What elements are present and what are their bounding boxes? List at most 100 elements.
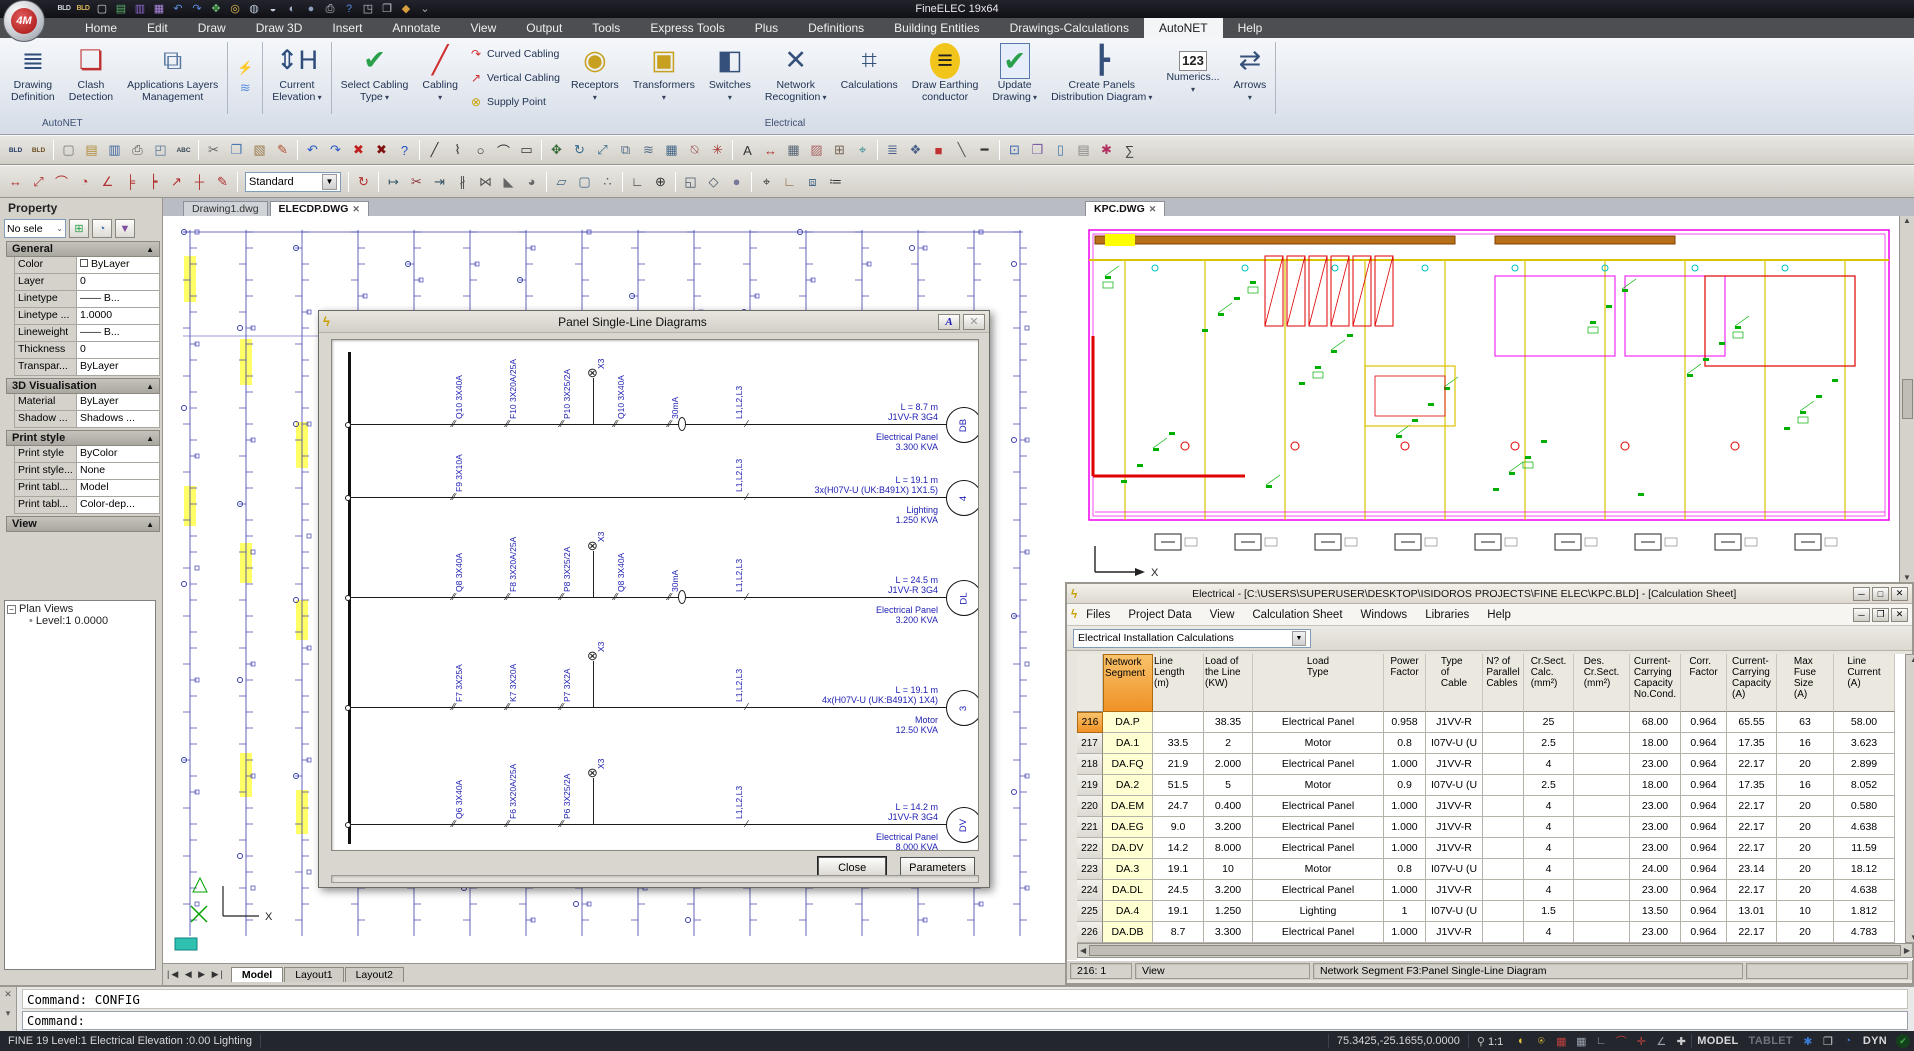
rotate-icon[interactable]: ↻ bbox=[568, 139, 591, 162]
column-header-corr[interactable]: Corr. Factor bbox=[1681, 654, 1727, 712]
property-value[interactable]: ByLayer bbox=[77, 257, 159, 273]
ribbon-clash-detection-button[interactable]: ❏ClashDetection bbox=[62, 40, 120, 116]
menu-draw-3d[interactable]: Draw 3D bbox=[241, 18, 318, 38]
menu-home[interactable]: Home bbox=[70, 18, 132, 38]
tree-collapse-icon[interactable]: − bbox=[7, 605, 16, 614]
view-3d-icon[interactable]: ◇ bbox=[702, 170, 725, 193]
preview-icon[interactable]: ◰ bbox=[149, 139, 172, 162]
table-horizontal-scrollbar[interactable]: ◀▶ bbox=[1077, 943, 1913, 958]
calculation-type-combo[interactable]: Electrical Installation Calculations▼ bbox=[1073, 629, 1311, 648]
menu-edit[interactable]: Edit bbox=[132, 18, 183, 38]
column-header-load[interactable]: Load Type bbox=[1253, 654, 1384, 712]
section-collapse-icon[interactable]: ▲ bbox=[146, 382, 154, 391]
command-input-line[interactable]: Command: bbox=[22, 1011, 1908, 1030]
column-header-type[interactable]: Type of Cable bbox=[1426, 654, 1483, 712]
snap-grid-icon[interactable]: ▦ bbox=[1551, 1035, 1571, 1048]
object-snap-icon[interactable]: ✛ bbox=[1631, 1035, 1651, 1048]
column-header-load-of[interactable]: Load of the Line (KW) bbox=[1204, 654, 1253, 712]
menu-draw[interactable]: Draw bbox=[183, 18, 241, 38]
render-sphere2-icon[interactable]: ◒ bbox=[265, 2, 281, 16]
column-header-current[interactable]: Current- Carrying Capacity (A) bbox=[1727, 654, 1777, 712]
calc-menu-files[interactable]: Files bbox=[1077, 609, 1119, 621]
help-icon[interactable]: ? bbox=[393, 139, 416, 162]
ribbon-numerics-button[interactable]: 123Numerics... ▾ bbox=[1159, 40, 1226, 116]
circle-icon[interactable]: ○ bbox=[469, 139, 492, 162]
bld-file-icon[interactable]: BLD bbox=[56, 2, 72, 16]
plan-views-root-node[interactable]: −Plan Views bbox=[7, 603, 153, 615]
ribbon-applications-layers-management-button[interactable]: ⧉Applications LayersManagement bbox=[120, 40, 225, 116]
menu-insert[interactable]: Insert bbox=[317, 18, 377, 38]
column-header-max[interactable]: Max Fuse Size (A) bbox=[1777, 654, 1834, 712]
dimension-icon[interactable]: ↔ bbox=[759, 139, 782, 162]
new-file-icon[interactable]: ▢ bbox=[94, 2, 110, 16]
annotation-lamp-icon[interactable]: ◐ bbox=[1511, 1035, 1531, 1047]
linetype-icon[interactable]: ╲ bbox=[950, 139, 973, 162]
close-button[interactable]: ✕ bbox=[1891, 587, 1908, 601]
status-ok-icon[interactable]: ✔ bbox=[1896, 1034, 1910, 1048]
ribbon-switches-button[interactable]: ◧Switches ▾ bbox=[702, 40, 758, 116]
column-header-line[interactable]: Line Current (A) bbox=[1834, 654, 1895, 712]
mdi-minimize-button[interactable]: ─ bbox=[1853, 608, 1870, 622]
tab-close-icon[interactable]: ✕ bbox=[352, 204, 360, 214]
select-objects-icon[interactable]: ⊞ bbox=[69, 219, 89, 238]
array-icon[interactable]: ▦ bbox=[660, 139, 683, 162]
move-icon[interactable]: ✥ bbox=[545, 139, 568, 162]
object-track-icon[interactable]: ∠ bbox=[1651, 1035, 1671, 1048]
tab-model[interactable]: Model bbox=[231, 967, 283, 982]
settings-gear-icon[interactable]: ✱ bbox=[1798, 1035, 1818, 1048]
minimize-button[interactable]: ─ bbox=[1853, 587, 1870, 601]
tab-kpc[interactable]: KPC.DWG✕ bbox=[1085, 201, 1165, 216]
tab-drawing1[interactable]: Drawing1.dwg bbox=[183, 201, 268, 216]
offset-icon[interactable]: ≋ bbox=[637, 139, 660, 162]
dim-linear-icon[interactable]: ↔ bbox=[4, 170, 27, 193]
chamfer-icon[interactable]: ◣ bbox=[497, 170, 520, 193]
scroll-left-icon[interactable]: ◀ bbox=[1080, 946, 1086, 955]
section-collapse-icon[interactable]: ▲ bbox=[146, 434, 154, 443]
dim-continue-icon[interactable]: ┝ bbox=[142, 170, 165, 193]
open-file-icon[interactable]: ▤ bbox=[113, 2, 129, 16]
boundary-icon[interactable]: ▢ bbox=[573, 170, 596, 193]
scroll-thumb[interactable] bbox=[1902, 379, 1913, 419]
stretch-icon[interactable]: ↦ bbox=[382, 170, 405, 193]
copy-capture-icon[interactable]: ❐ bbox=[379, 2, 395, 16]
list-icon[interactable]: ≔ bbox=[824, 170, 847, 193]
divide-icon[interactable]: ∴ bbox=[596, 170, 619, 193]
explode-icon[interactable]: ✳ bbox=[706, 139, 729, 162]
save-drawing-icon[interactable]: ▥ bbox=[103, 139, 126, 162]
annotation-autoscale-icon[interactable]: ⍟ bbox=[1531, 1035, 1551, 1048]
property-value[interactable]: Shadows ... bbox=[77, 411, 159, 427]
filter-icon[interactable]: ▼ bbox=[115, 219, 135, 238]
region-icon[interactable]: ▱ bbox=[550, 170, 573, 193]
zoom-icon[interactable]: ◎ bbox=[227, 2, 243, 16]
designcenter-icon[interactable]: ❒ bbox=[1026, 139, 1049, 162]
mirror-icon[interactable]: ⧉ bbox=[614, 139, 637, 162]
properties-icon[interactable]: ⊡ bbox=[1003, 139, 1026, 162]
ribbon-supply-point-button[interactable]: ⊗Supply Point bbox=[469, 95, 560, 109]
scroll-up-icon[interactable]: ▲ bbox=[1910, 655, 1914, 664]
column-header-line[interactable]: Line Length (m) bbox=[1153, 654, 1204, 712]
measure-icon[interactable]: ⌖ bbox=[851, 139, 874, 162]
property-section-print-style[interactable]: Print style▲ bbox=[6, 430, 160, 446]
ribbon-draw-earthing-conductor-button[interactable]: ≡Draw Earthingconductor bbox=[905, 40, 986, 116]
layer-properties-icon[interactable]: ❖ bbox=[904, 139, 927, 162]
table-row[interactable]: 216DA.P38.35Electrical Panel0.958J1VV-R2… bbox=[1077, 712, 1913, 733]
dyn-toggle[interactable]: DYN bbox=[1858, 1035, 1892, 1047]
rectangle-icon[interactable]: ▭ bbox=[515, 139, 538, 162]
ribbon-drawing-definition-button[interactable]: ≣DrawingDefinition bbox=[4, 40, 62, 116]
ortho-mode-icon[interactable]: ∟ bbox=[1591, 1035, 1611, 1047]
markup-icon[interactable]: ✱ bbox=[1095, 139, 1118, 162]
plot-icon[interactable]: ⎙ bbox=[126, 139, 149, 162]
table-corner-cell[interactable] bbox=[1077, 654, 1103, 712]
ribbon-transformers-button[interactable]: ▣Transformers ▾ bbox=[626, 40, 702, 116]
layers-icon[interactable]: ≣ bbox=[881, 139, 904, 162]
layout-tab-nav-icons[interactable]: |◀ ◀ ▶ ▶| bbox=[167, 969, 225, 980]
calc-menu-libraries[interactable]: Libraries bbox=[1416, 609, 1478, 621]
clean-screen-icon[interactable]: ◔ bbox=[1838, 1035, 1858, 1047]
ribbon-cabling-button[interactable]: ╱Cabling ▾ bbox=[415, 40, 465, 116]
lineweight-icon[interactable]: ━ bbox=[973, 139, 996, 162]
property-value[interactable]: ByLayer bbox=[77, 394, 159, 410]
bld-layout-icon[interactable]: BLD bbox=[27, 139, 50, 162]
table-row[interactable]: 218DA.FQ21.92.000Electrical Panel1.000J1… bbox=[1077, 754, 1913, 775]
undo-icon[interactable]: ↶ bbox=[301, 139, 324, 162]
line-icon[interactable]: ╱ bbox=[423, 139, 446, 162]
